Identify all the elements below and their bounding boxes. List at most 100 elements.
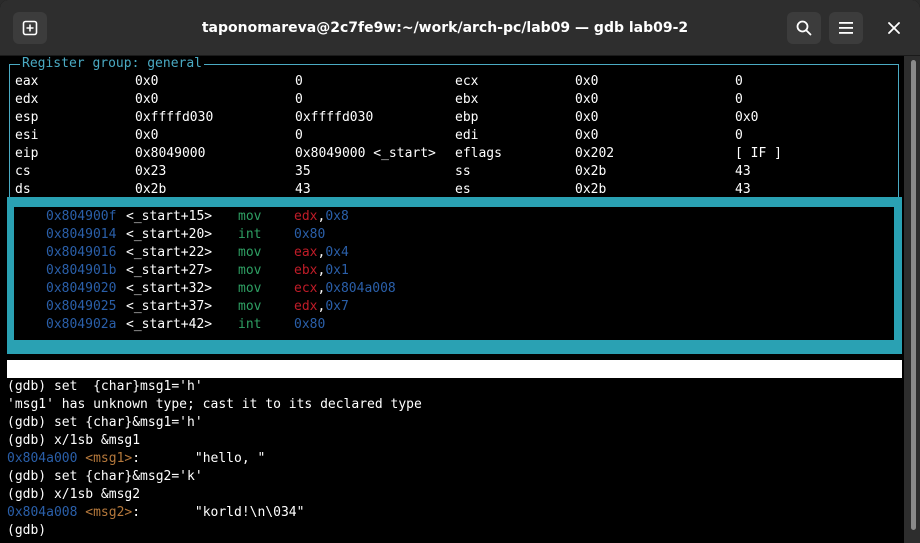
memory-address: 0x804a008 bbox=[7, 505, 78, 520]
terminal-window: taponomareva@2c7fe9w:~/work/arch-pc/lab0… bbox=[0, 0, 920, 543]
asm-operand-register: ebx bbox=[294, 263, 318, 278]
asm-operands: 0x80 bbox=[294, 226, 325, 244]
asm-mnemonic: mov bbox=[238, 299, 262, 314]
window-title: taponomareva@2c7fe9w:~/work/arch-pc/lab0… bbox=[201, 20, 689, 36]
asm-mnemonic: int bbox=[238, 227, 262, 242]
search-icon bbox=[796, 20, 812, 36]
console-line: (gdb) set {char}&msg2='k' bbox=[7, 469, 203, 484]
asm-panel: 0x804900f <_start+15> mov edx,0x8 0x8049014 <… bbox=[7, 197, 902, 354]
asm-operand-register: ecx bbox=[294, 281, 318, 296]
menu-button[interactable] bbox=[829, 12, 863, 44]
asm-mnemonic: mov bbox=[238, 245, 262, 260]
register-hex: 0x0 bbox=[135, 92, 159, 107]
memory-address: 0x804a000 bbox=[7, 451, 78, 466]
register-name: ebx bbox=[455, 92, 479, 107]
register-name: cs bbox=[15, 164, 31, 179]
register-hex: 0x0 bbox=[575, 128, 599, 143]
asm-symbol: <_start+20> bbox=[126, 227, 213, 242]
register-row: eax 0x0 0 ecx 0x0 0 bbox=[0, 73, 900, 91]
register-val: 0 bbox=[295, 128, 303, 143]
title-bar: taponomareva@2c7fe9w:~/work/arch-pc/lab0… bbox=[0, 0, 920, 56]
register-name: ss bbox=[455, 164, 471, 179]
memory-value: : "korld!\n\034" bbox=[132, 505, 305, 520]
scrollbar-thumb[interactable] bbox=[911, 60, 916, 530]
asm-operands: edx,0x8 bbox=[294, 208, 349, 226]
asm-operands: ecx,0x804a008 bbox=[294, 280, 396, 298]
asm-address: 0x8049016 bbox=[46, 245, 117, 260]
close-icon bbox=[888, 22, 900, 34]
register-row: esi 0x0 0 edi 0x0 0 bbox=[0, 127, 900, 145]
register-hex: 0x0 bbox=[135, 74, 159, 89]
register-val: 0 bbox=[295, 74, 303, 89]
console-line: (gdb) x/1sb &msg1 bbox=[7, 433, 141, 448]
asm-listing: 0x804900f <_start+15> mov edx,0x8 0x8049014 <… bbox=[14, 207, 894, 340]
asm-operand-value: 0x80 bbox=[294, 227, 326, 242]
close-button[interactable] bbox=[877, 12, 911, 44]
register-val: 0 bbox=[735, 74, 743, 89]
register-val: 0 bbox=[735, 92, 743, 107]
asm-address: 0x804902a bbox=[46, 317, 117, 332]
console-prompt[interactable]: (gdb) bbox=[7, 522, 46, 540]
console-line: (gdb) set {char}msg1='h' bbox=[7, 379, 203, 394]
register-val: 35 bbox=[295, 164, 311, 179]
asm-address: 0x804901b bbox=[46, 263, 117, 278]
register-hex: 0x2b bbox=[575, 164, 607, 179]
new-tab-button[interactable] bbox=[13, 12, 47, 44]
asm-address: 0x8049020 bbox=[46, 281, 117, 296]
asm-symbol: <_start+27> bbox=[126, 263, 213, 278]
asm-mnemonic: mov bbox=[238, 281, 262, 296]
register-hex: 0x0 bbox=[575, 74, 599, 89]
asm-operand-value: 0x80 bbox=[294, 317, 326, 332]
status-line-number: L11 bbox=[743, 397, 767, 412]
asm-operands: 0x80 bbox=[294, 316, 325, 334]
register-name: ecx bbox=[455, 74, 479, 89]
register-name: eax bbox=[15, 74, 39, 89]
asm-address: 0x804900f bbox=[46, 209, 117, 224]
asm-operand-value: 0x7 bbox=[325, 299, 349, 314]
register-val: 0x8049000 <_start> bbox=[295, 146, 436, 161]
register-hex: 0x0 bbox=[575, 110, 599, 125]
console-line: (gdb) x/1sb &msg2 bbox=[7, 487, 141, 502]
asm-operands: eax,0x4 bbox=[294, 244, 349, 262]
search-button[interactable] bbox=[787, 12, 821, 44]
asm-operand-value: 0x804a008 bbox=[325, 281, 396, 296]
register-hex: 0xffffd030 bbox=[135, 110, 214, 125]
register-val: 0 bbox=[735, 128, 743, 143]
asm-symbol: <_start+22> bbox=[126, 245, 213, 260]
register-val: 43 bbox=[735, 164, 751, 179]
register-name: edx bbox=[15, 92, 39, 107]
scrollbar[interactable] bbox=[904, 56, 920, 543]
asm-symbol: <_start+32> bbox=[126, 281, 213, 296]
asm-operand-register: edx bbox=[294, 209, 318, 224]
asm-mnemonic: mov bbox=[238, 209, 262, 224]
register-name: esp bbox=[15, 110, 39, 125]
asm-symbol: <_start+42> bbox=[126, 317, 213, 332]
register-val: 0xffffd030 bbox=[295, 110, 374, 125]
register-name: edi bbox=[455, 128, 479, 143]
memory-value: : "hello, " bbox=[132, 451, 266, 466]
register-name: eip bbox=[15, 146, 39, 161]
console-line: 0x804a008 <msg2>: "korld!\n\034" bbox=[7, 504, 304, 522]
register-row: esp 0xffffd030 0xffffd030 ebp 0x0 0x0 bbox=[0, 109, 900, 127]
register-hex: 0x23 bbox=[135, 164, 167, 179]
asm-operand-value: 0x1 bbox=[325, 263, 349, 278]
hamburger-menu-icon bbox=[839, 22, 853, 34]
asm-mnemonic: mov bbox=[238, 263, 262, 278]
register-name: ebp bbox=[455, 110, 479, 125]
console-line: 'msg1' has unknown type; cast it to its … bbox=[7, 397, 422, 412]
memory-symbol: <msg1> bbox=[85, 451, 133, 466]
register-name: esi bbox=[15, 128, 39, 143]
asm-operand-register: eax bbox=[294, 245, 318, 260]
asm-mnemonic: int bbox=[238, 317, 262, 332]
register-val: 0 bbox=[295, 92, 303, 107]
plus-square-icon bbox=[22, 20, 38, 36]
register-hex: 0x0 bbox=[135, 128, 159, 143]
terminal-area[interactable]: Register group: general eax 0x0 0 ecx 0x0 0 ed… bbox=[0, 56, 904, 543]
register-hex: 0x202 bbox=[575, 146, 615, 161]
status-line: native process 5576 (asm) In: _start L11… bbox=[7, 360, 902, 430]
status-pc: PC: 0x8049000 bbox=[791, 415, 893, 430]
register-row: edx 0x0 0 ebx 0x0 0 bbox=[0, 91, 900, 109]
asm-symbol: <_start+37> bbox=[126, 299, 213, 314]
console-line: (gdb) set {char}&msg1='h' bbox=[7, 415, 203, 430]
register-row: eip 0x8049000 0x8049000 <_start> eflags 0x20… bbox=[0, 145, 900, 163]
